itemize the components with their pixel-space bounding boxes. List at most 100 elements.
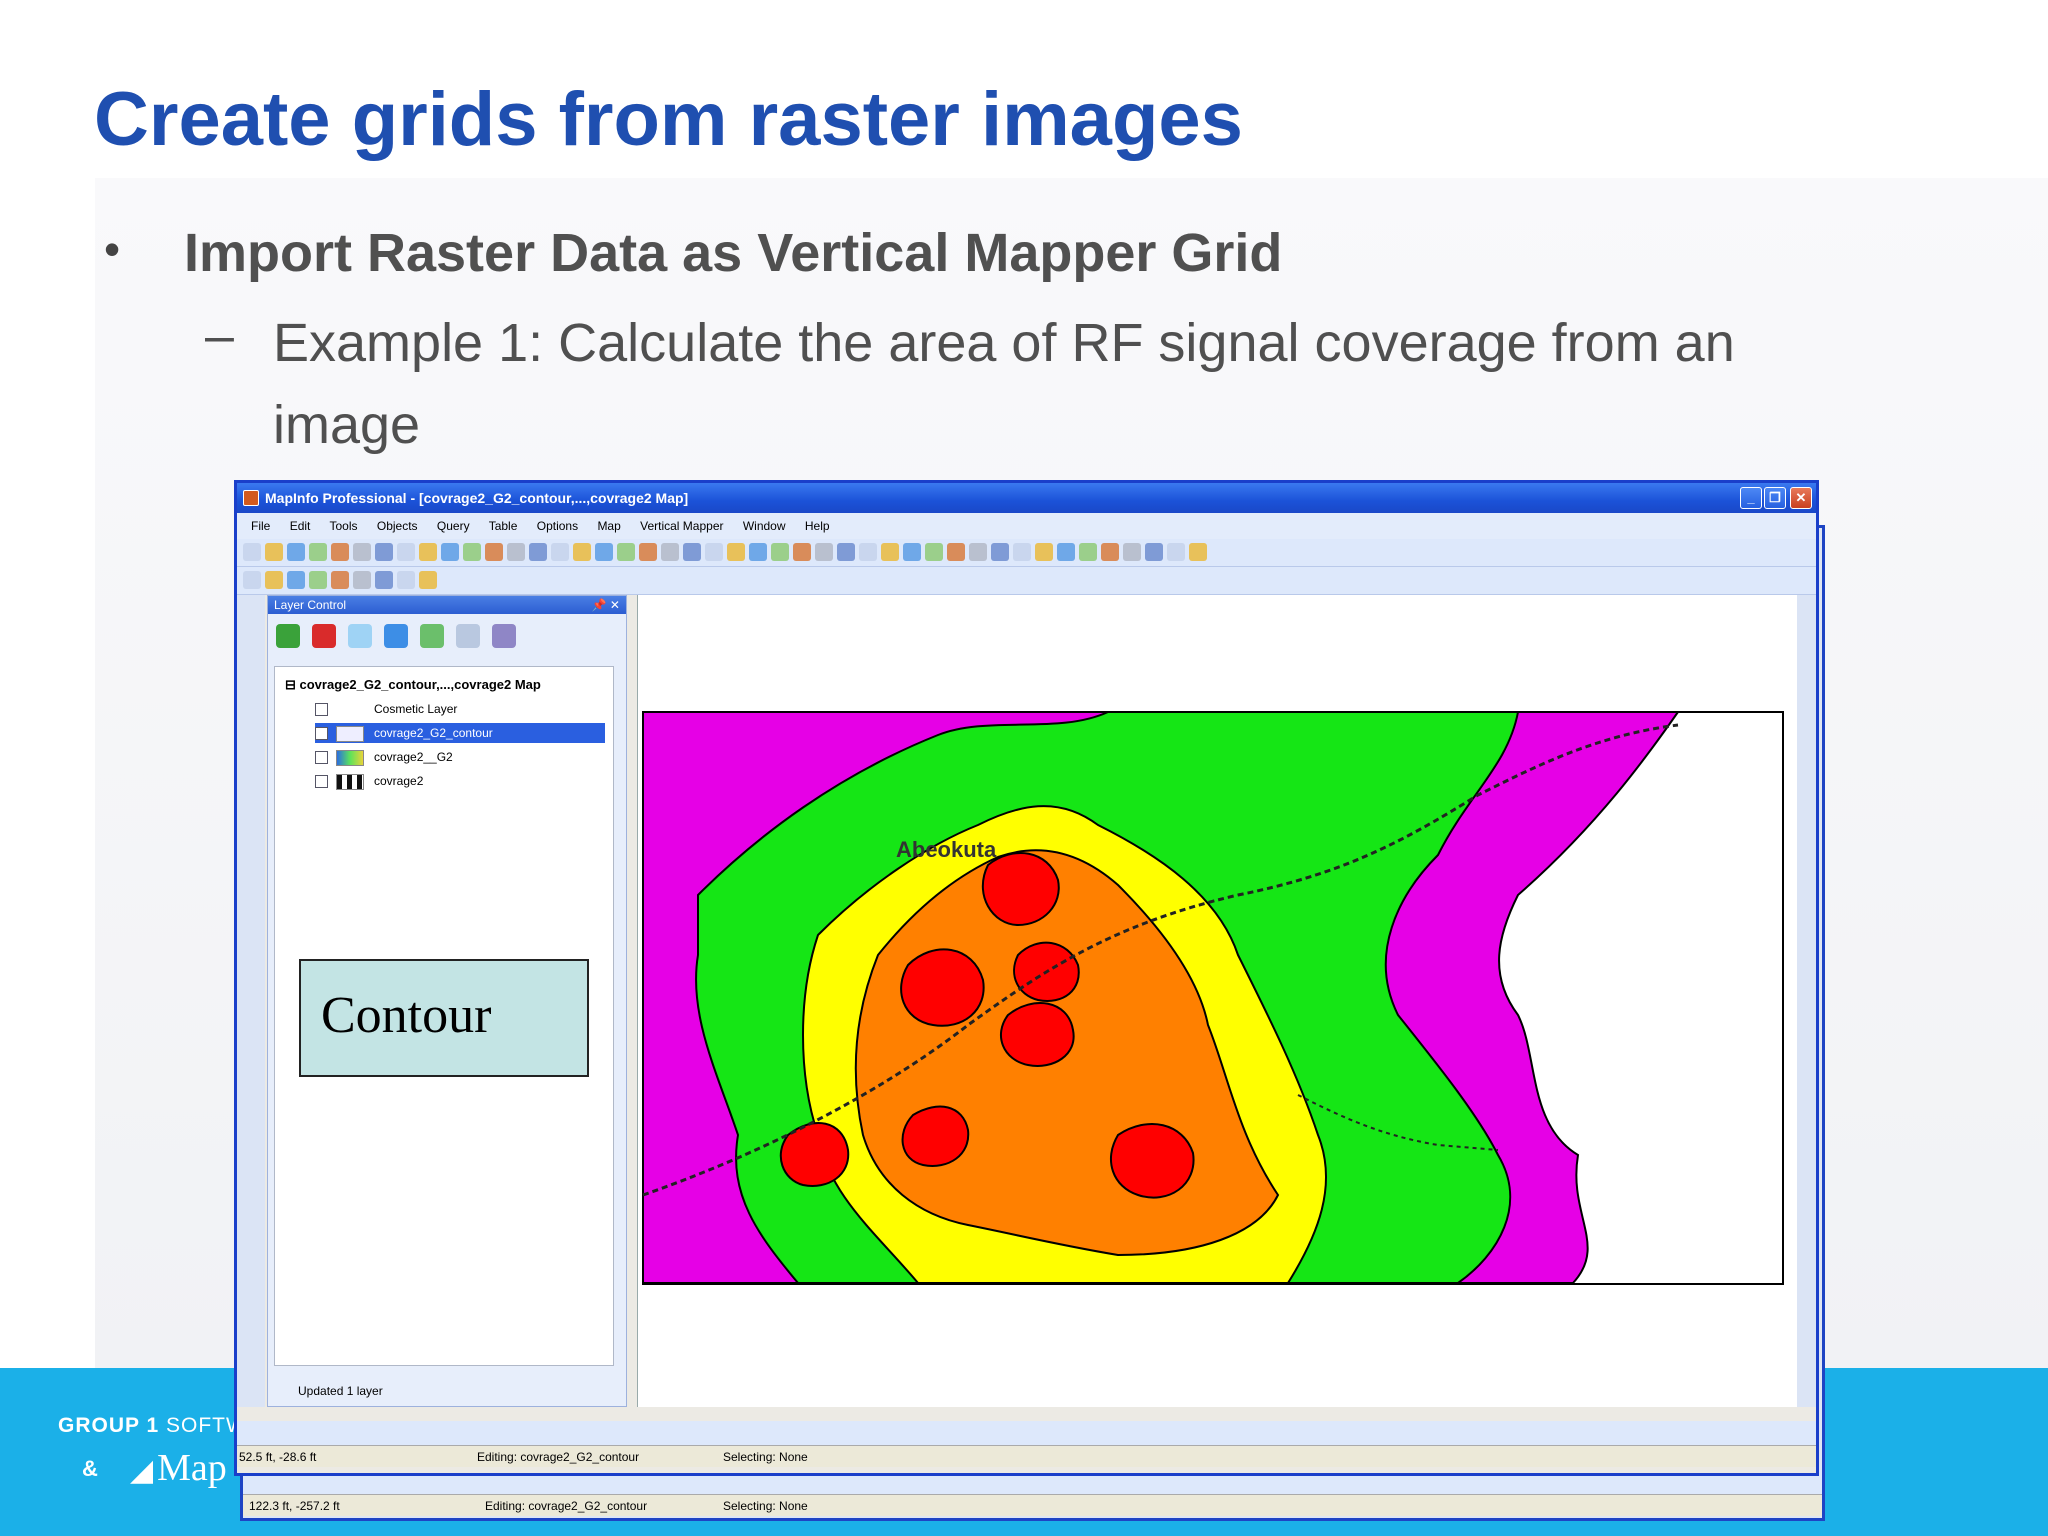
- toolbar-tool-icon[interactable]: [925, 543, 943, 561]
- layer-control-toolbar: [268, 614, 626, 660]
- toolbar-tool-icon[interactable]: [727, 543, 745, 561]
- menu-query[interactable]: Query: [437, 519, 470, 533]
- toolbar-tool-icon[interactable]: [639, 543, 657, 561]
- layer-control-status: Updated 1 layer: [298, 1384, 383, 1398]
- toolbar-tool-icon[interactable]: [771, 543, 789, 561]
- left-dock-toolbar[interactable]: [237, 595, 265, 1407]
- map-label-abeokuta: Abeokuta: [896, 837, 997, 862]
- brand-map-text: Map: [157, 1447, 227, 1489]
- toolbar-tool-icon[interactable]: [1167, 543, 1185, 561]
- toolbar-tool-icon[interactable]: [859, 543, 877, 561]
- layer-label: covrage2__G2: [374, 750, 453, 764]
- close-button[interactable]: ✕: [1790, 487, 1812, 509]
- minimize-button[interactable]: _: [1740, 487, 1762, 509]
- toolbar-tool-icon[interactable]: [815, 543, 833, 561]
- drawing-toolbar[interactable]: [237, 1421, 1816, 1445]
- toolbar-tool-icon[interactable]: [441, 543, 459, 561]
- menu-file[interactable]: File: [251, 519, 270, 533]
- toolbar-tool-icon[interactable]: [397, 543, 415, 561]
- remove-layer-icon[interactable]: [312, 624, 336, 648]
- menu-table[interactable]: Table: [489, 519, 518, 533]
- footer-amp: &: [82, 1456, 98, 1481]
- move-up-icon[interactable]: [348, 624, 372, 648]
- toolbar-tool-icon[interactable]: [1123, 543, 1141, 561]
- right-dock-toolbar[interactable]: [1797, 595, 1816, 1407]
- toolbar-tool-icon[interactable]: [265, 543, 283, 561]
- layer-item-cosmetic[interactable]: Cosmetic Layer: [315, 699, 605, 719]
- toolbar-tool-icon[interactable]: [683, 543, 701, 561]
- toolbar-tool-icon[interactable]: [1035, 543, 1053, 561]
- toolbar-tool-icon[interactable]: [1079, 543, 1097, 561]
- toolbar-tool-icon[interactable]: [661, 543, 679, 561]
- layer-properties-icon[interactable]: [420, 624, 444, 648]
- toolbar-tool-icon[interactable]: [331, 571, 349, 589]
- toolbar-tool-icon[interactable]: [991, 543, 1009, 561]
- map-root-node[interactable]: ⊟ covrage2_G2_contour,...,covrage2 Map: [285, 677, 541, 693]
- toolbar-tool-icon[interactable]: [1101, 543, 1119, 561]
- options-icon[interactable]: [492, 624, 516, 648]
- footer-brand: GROUP 1 SOFTW: [58, 1414, 247, 1438]
- menu-help[interactable]: Help: [805, 519, 830, 533]
- restore-button[interactable]: ❐: [1764, 487, 1786, 509]
- toolbar-tool-icon[interactable]: [1145, 543, 1163, 561]
- menu-map[interactable]: Map: [597, 519, 620, 533]
- toolbar-tool-icon[interactable]: [507, 543, 525, 561]
- toolbar-tool-icon[interactable]: [903, 543, 921, 561]
- toolbar-tool-icon[interactable]: [309, 571, 327, 589]
- menu-window[interactable]: Window: [743, 519, 786, 533]
- menu-objects[interactable]: Objects: [377, 519, 418, 533]
- toolbar-tool-icon[interactable]: [881, 543, 899, 561]
- toolbar-tool-icon[interactable]: [617, 543, 635, 561]
- red-zone: [999, 1002, 1075, 1067]
- menu-vertical-mapper[interactable]: Vertical Mapper: [640, 519, 723, 533]
- toolbar-tool-icon[interactable]: [573, 543, 591, 561]
- toolbar-tool-icon[interactable]: [749, 543, 767, 561]
- toolbar-tool-icon[interactable]: [419, 543, 437, 561]
- reorder-icon[interactable]: [456, 624, 480, 648]
- toolbar-tool-icon[interactable]: [485, 543, 503, 561]
- toolbar-tool-icon[interactable]: [419, 571, 437, 589]
- toolbar-tool-icon[interactable]: [969, 543, 987, 561]
- menu-options[interactable]: Options: [537, 519, 578, 533]
- coverage-map[interactable]: Abeokuta: [638, 595, 1798, 1407]
- toolbar-tool-icon[interactable]: [529, 543, 547, 561]
- layer-item-raster[interactable]: covrage2: [315, 771, 605, 791]
- toolbar-tool-icon[interactable]: [287, 571, 305, 589]
- toolbar-tool-icon[interactable]: [947, 543, 965, 561]
- menu-edit[interactable]: Edit: [290, 519, 311, 533]
- toolbar-tool-icon[interactable]: [595, 543, 613, 561]
- toolbar-tool-icon[interactable]: [309, 543, 327, 561]
- toolbar-tool-icon[interactable]: [331, 543, 349, 561]
- layer-item-grid[interactable]: covrage2__G2: [315, 747, 605, 767]
- layer-checkbox[interactable]: [315, 775, 328, 789]
- toolbar-tool-icon[interactable]: [837, 543, 855, 561]
- move-down-icon[interactable]: [384, 624, 408, 648]
- toolbar-tool-icon[interactable]: [397, 571, 415, 589]
- toolbar-tool-icon[interactable]: [705, 543, 723, 561]
- layer-checkbox[interactable]: [315, 703, 328, 717]
- vector-layer-icon: [336, 725, 364, 742]
- add-layer-icon[interactable]: [276, 624, 300, 648]
- toolbar-tool-icon[interactable]: [243, 571, 261, 589]
- toolbar-tool-icon[interactable]: [793, 543, 811, 561]
- toolbar-tool-icon[interactable]: [551, 543, 569, 561]
- layer-checkbox[interactable]: [315, 727, 328, 741]
- toolbar-tool-icon[interactable]: [463, 543, 481, 561]
- toolbar-tool-icon[interactable]: [375, 543, 393, 561]
- map-window[interactable]: Abeokuta: [637, 595, 1797, 1407]
- toolbar-tool-icon[interactable]: [353, 571, 371, 589]
- toolbar-tool-icon[interactable]: [375, 571, 393, 589]
- panel-close-icon[interactable]: 📌 ✕: [592, 596, 620, 614]
- toolbar-tool-icon[interactable]: [353, 543, 371, 561]
- toolbar-tool-icon[interactable]: [287, 543, 305, 561]
- window-titlebar[interactable]: MapInfo Professional - [covrage2_G2_cont…: [237, 483, 1816, 513]
- status-coords: 52.5 ft, -28.6 ft: [239, 1450, 317, 1464]
- menu-tools[interactable]: Tools: [330, 519, 358, 533]
- layer-checkbox[interactable]: [315, 751, 328, 765]
- toolbar-tool-icon[interactable]: [1189, 543, 1207, 561]
- toolbar-tool-icon[interactable]: [1057, 543, 1075, 561]
- toolbar-tool-icon[interactable]: [243, 543, 261, 561]
- toolbar-tool-icon[interactable]: [1013, 543, 1031, 561]
- toolbar-tool-icon[interactable]: [265, 571, 283, 589]
- layer-item-contour[interactable]: covrage2_G2_contour: [315, 723, 605, 743]
